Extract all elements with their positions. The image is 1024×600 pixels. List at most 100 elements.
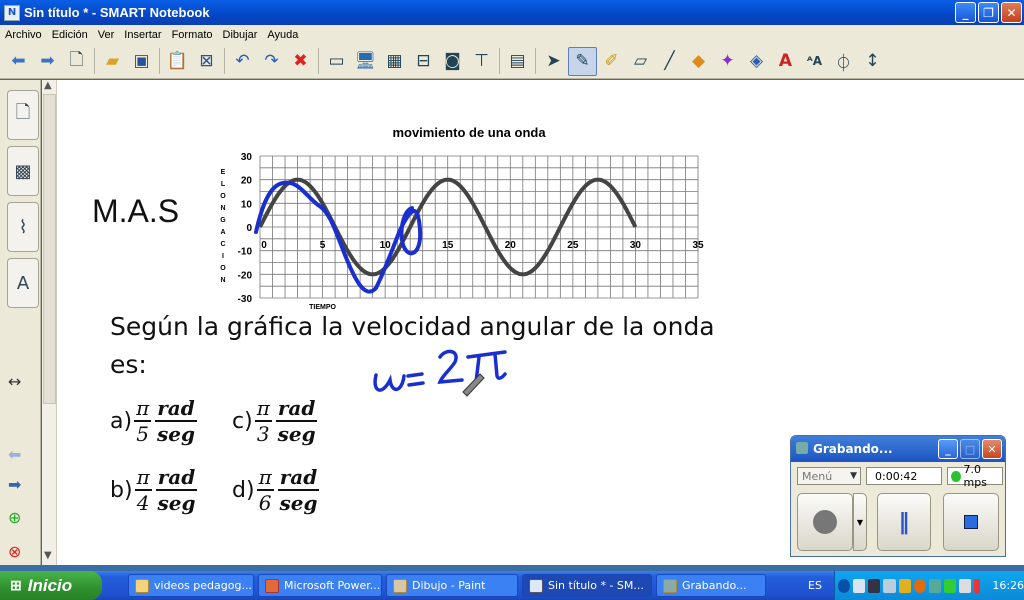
- wave-chart: movimiento de una onda 30 20 10 0 -10 -20 -30 0 5…: [220, 125, 704, 311]
- attachments-tab-icon[interactable]: ⌇: [7, 202, 39, 252]
- save-icon[interactable]: ▣: [127, 47, 156, 76]
- task-paint[interactable]: Dibujo - Paint: [386, 574, 518, 597]
- redo-icon[interactable]: ↷: [257, 47, 286, 76]
- y-axis-label-letter: L: [221, 181, 226, 188]
- gallery-tab-icon[interactable]: ▩: [7, 146, 39, 196]
- recorder-menu-label: Menú: [802, 469, 833, 483]
- next-page-icon[interactable]: ➡: [8, 475, 21, 494]
- screen-capture-icon[interactable]: ◙: [438, 47, 467, 76]
- eraser-icon[interactable]: ▱: [626, 47, 655, 76]
- x-tick-label: 30: [630, 240, 642, 251]
- clear-page-icon[interactable]: ⊠: [192, 47, 221, 76]
- full-screen-icon[interactable]: 🖥: [351, 47, 380, 76]
- tray-app-icon[interactable]: [928, 578, 941, 593]
- recorder-close-button[interactable]: ✕: [982, 439, 1002, 459]
- delete-icon[interactable]: ✖: [286, 47, 315, 76]
- tray-monitor-icon[interactable]: [868, 578, 881, 593]
- title-bar: N Sin título * - SMART Notebook _ ❐ ✕: [0, 0, 1024, 25]
- record-options-button[interactable]: ▼: [853, 493, 867, 551]
- document-camera-icon[interactable]: ⊤: [467, 47, 496, 76]
- task-recorder[interactable]: Grabando...: [656, 574, 766, 597]
- add-page-side-icon[interactable]: ⊕: [8, 508, 21, 527]
- tray-display-icon[interactable]: [883, 578, 896, 593]
- recorder-maximize-button: □: [960, 439, 980, 459]
- menu-ayuda[interactable]: Ayuda: [262, 29, 303, 41]
- transparent-background-icon[interactable]: ▦: [380, 47, 409, 76]
- text-icon[interactable]: A: [771, 47, 800, 76]
- recorder-menu-dropdown[interactable]: Menú ▼: [797, 467, 861, 485]
- tray-chat-icon[interactable]: [943, 578, 957, 593]
- tray-battery-icon[interactable]: [974, 578, 981, 593]
- toolbar: ⬅ ➡ 🗋 ▰ ▣ 📋 ⊠ ↶ ↷ ✖ ▭ 🖥 ▦ ⊟ ◙ ⊤ ▤ ➤ ✎ ✐ …: [0, 44, 1024, 79]
- line-icon[interactable]: ╱: [655, 47, 684, 76]
- maximize-button[interactable]: ❐: [978, 2, 999, 23]
- option-unit-den: seg: [279, 491, 318, 515]
- y-axis-label-letter: I: [222, 253, 224, 260]
- page-sorter-tab-icon[interactable]: 🗋: [7, 90, 39, 140]
- previous-page-icon[interactable]: ⬅: [8, 445, 21, 464]
- menu-edicion[interactable]: Edición: [47, 29, 93, 41]
- undo-icon[interactable]: ↶: [228, 47, 257, 76]
- windows-logo-icon: ⊞: [10, 577, 22, 593]
- option-num: π: [134, 465, 152, 491]
- y-axis-label-letter: O: [220, 193, 226, 200]
- back-arrow-icon[interactable]: ⬅: [4, 47, 33, 76]
- language-indicator[interactable]: ES: [808, 579, 822, 592]
- menu-formato[interactable]: Formato: [167, 29, 218, 41]
- option-num: π: [254, 396, 272, 422]
- pen-icon[interactable]: ✎: [568, 46, 597, 76]
- screen-shade-icon[interactable]: ▭: [322, 47, 351, 76]
- select-pointer-icon[interactable]: ➤: [539, 47, 568, 76]
- scroll-up-icon[interactable]: ▲: [44, 80, 52, 91]
- powerpoint-icon: [265, 578, 279, 593]
- pause-button[interactable]: ‖: [877, 493, 931, 551]
- minimize-button[interactable]: _: [955, 2, 976, 23]
- shapes-icon[interactable]: ◆: [684, 47, 713, 76]
- option-den: 6: [258, 491, 272, 515]
- compass-icon[interactable]: ⏀: [829, 47, 858, 76]
- menu-ver[interactable]: Ver: [93, 29, 120, 41]
- y-tick-label: 10: [241, 199, 253, 210]
- dock-swap-icon[interactable]: ↔: [8, 372, 21, 391]
- paste-icon[interactable]: 📋: [163, 47, 192, 76]
- start-button[interactable]: ⊞ Inicio: [0, 571, 102, 600]
- tray-network-icon[interactable]: [853, 578, 866, 593]
- tray-shield-icon[interactable]: [898, 578, 911, 593]
- task-powerpoint[interactable]: Microsoft Power...: [258, 574, 382, 597]
- add-page-icon[interactable]: 🗋: [62, 47, 91, 76]
- magic-pen-icon[interactable]: ✦: [713, 47, 742, 76]
- y-axis-label-letter: A: [220, 229, 225, 236]
- tray-back-icon[interactable]: [838, 578, 851, 593]
- y-tick-label: 20: [241, 176, 253, 187]
- option-unit-num: rad: [277, 465, 320, 491]
- forward-arrow-icon[interactable]: ➡: [33, 47, 62, 76]
- scroll-down-icon[interactable]: ▼: [44, 550, 52, 561]
- recorder-minimize-button[interactable]: _: [938, 439, 958, 459]
- properties-tab-icon[interactable]: A: [7, 258, 39, 308]
- menu-dibujar[interactable]: Dibujar: [218, 29, 263, 41]
- stop-button[interactable]: [943, 493, 999, 551]
- display-icon[interactable]: ⊟: [409, 47, 438, 76]
- vertical-scrollbar[interactable]: ▲ ▼: [42, 80, 57, 565]
- scroll-thumb[interactable]: [43, 94, 56, 404]
- open-folder-icon[interactable]: ▰: [98, 47, 127, 76]
- menu-insertar[interactable]: Insertar: [119, 29, 166, 41]
- fill-icon[interactable]: ◈: [742, 47, 771, 76]
- option-letter: b): [110, 477, 133, 503]
- task-videos[interactable]: videos pedagog...: [128, 574, 254, 597]
- task-smart-notebook[interactable]: Sin título * - SM...: [522, 574, 652, 597]
- menu-bar: Archivo Edición Ver Insertar Formato Dib…: [0, 25, 1024, 44]
- text-properties-icon[interactable]: ᴬA: [800, 47, 829, 76]
- delete-page-icon[interactable]: ⊗: [8, 542, 21, 561]
- move-toolbar-icon[interactable]: ↕: [858, 47, 887, 76]
- x-tick-label: 0: [261, 240, 267, 251]
- menu-archivo[interactable]: Archivo: [0, 29, 47, 41]
- tray-volume-icon[interactable]: [959, 578, 972, 593]
- record-button[interactable]: [797, 493, 853, 551]
- creative-pen-icon[interactable]: ✐: [597, 47, 626, 76]
- y-tick-label: 0: [246, 223, 252, 234]
- close-button[interactable]: ✕: [1001, 2, 1022, 23]
- option-unit-den: seg: [157, 491, 196, 515]
- table-icon[interactable]: ▤: [503, 47, 532, 76]
- tray-security-icon[interactable]: [913, 578, 926, 593]
